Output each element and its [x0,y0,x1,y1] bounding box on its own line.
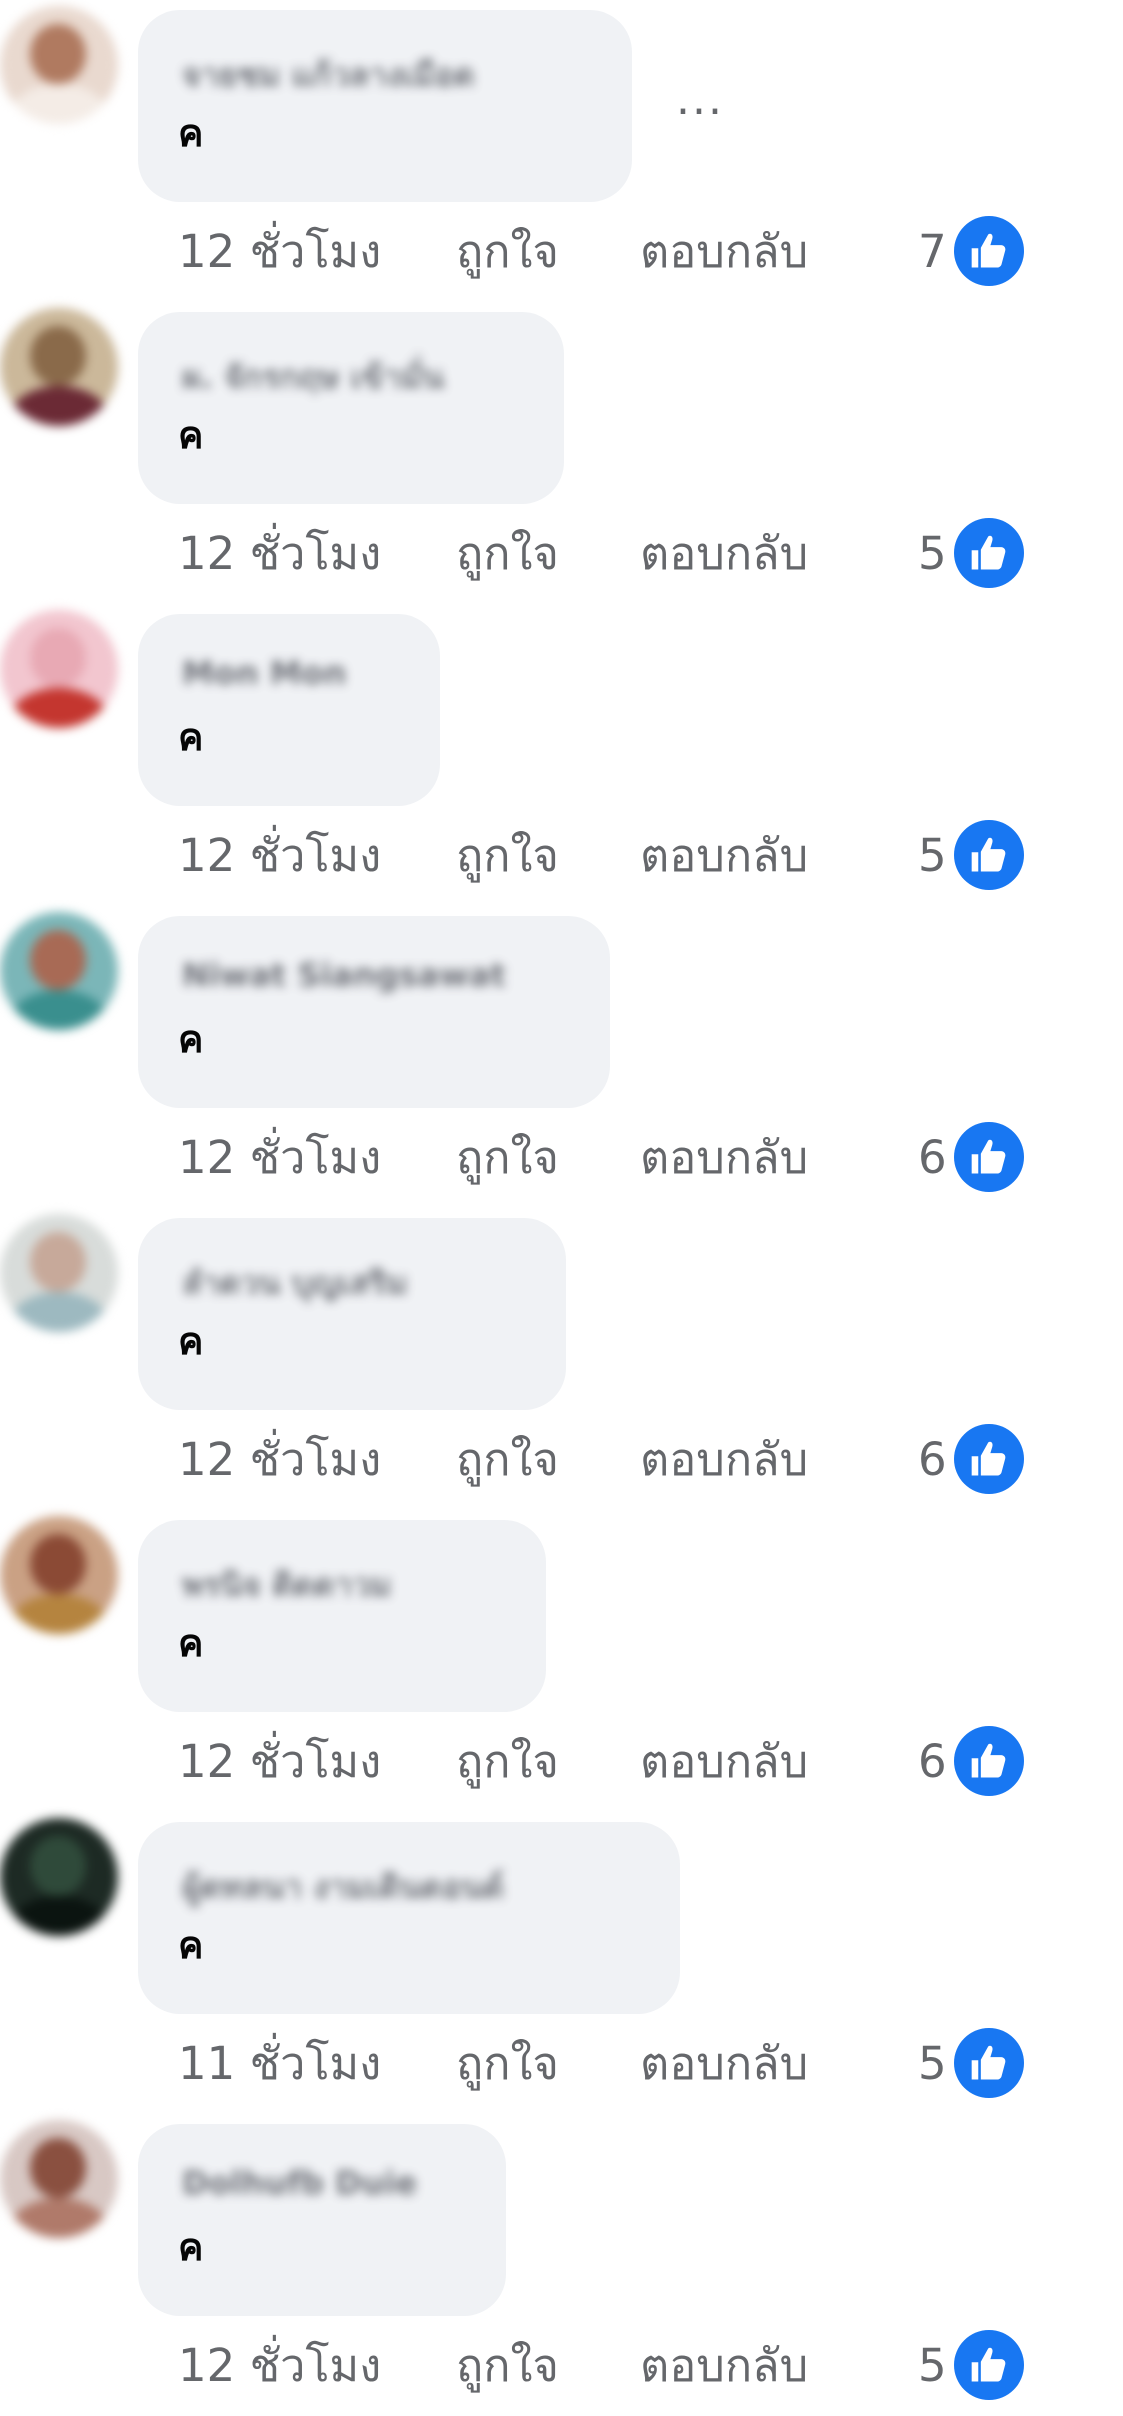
comment-item: Dolhufb Duie ค 12 ชั่วโมง ถูกใจ ตอบกลับ … [0,2114,1123,2416]
comment-timestamp[interactable]: 12 ชั่วโมง [178,524,381,584]
reply-button[interactable]: ตอบกลับ [640,2336,808,2396]
like-button[interactable]: ถูกใจ [456,222,559,282]
reaction-summary[interactable]: 5 [918,2028,1028,2100]
avatar[interactable] [0,308,118,426]
thumbs-up-icon [954,1424,1024,1494]
thumbs-up-icon [954,518,1024,588]
like-button[interactable]: ถูกใจ [456,1430,559,1490]
comment-text: ค [178,1017,204,1061]
reaction-summary[interactable]: 6 [918,1726,1028,1798]
comment-bubble: Mon Mon ค [138,614,440,806]
avatar[interactable] [0,912,118,1030]
avatar[interactable] [0,1214,118,1332]
comment-text: ค [178,1621,204,1665]
reply-button[interactable]: ตอบกลับ [640,1430,808,1490]
avatar[interactable] [0,6,118,124]
comment-bubble: Niwat Siangsawat ค [138,916,610,1108]
avatar[interactable] [0,1818,118,1936]
comment-bubble: พรนิจ ติดดาวม ค [138,1520,546,1712]
reaction-summary[interactable]: 5 [918,2330,1028,2402]
comment-text: ค [178,413,204,457]
comment-item: ลำดวน บุญเสริม ค 12 ชั่วโมง ถูกใจ ตอบกลั… [0,1208,1123,1510]
comment-timestamp[interactable]: 12 ชั่วโมง [178,1732,381,1792]
thumbs-up-icon [954,820,1024,890]
comment-author[interactable]: Niwat Siangsawat [182,956,506,994]
comment-item: จายชม แก้วลางเมือด ค 12 ชั่วโมง ถูกใจ ตอ… [0,0,1123,302]
avatar-face [30,930,86,990]
comment-timestamp[interactable]: 12 ชั่วโมง [178,222,381,282]
reaction-summary[interactable]: 5 [918,518,1028,590]
comment-author[interactable]: พรนิจ ติดดาวม [182,1560,391,1611]
reaction-summary[interactable]: 7 [918,216,1028,288]
like-button[interactable]: ถูกใจ [456,1732,559,1792]
avatar-face [30,1232,86,1292]
comment-bubble: จายชม แก้วลางเมือด ค [138,10,632,202]
comment-bubble: ผู้ดทลนา งามเดินดอนด์ ค [138,1822,680,2014]
comment-text: ค [178,1923,204,1967]
reaction-count: 7 [918,225,947,278]
like-button[interactable]: ถูกใจ [456,2034,559,2094]
thumbs-up-icon [954,1726,1024,1796]
reaction-summary[interactable]: 5 [918,820,1028,892]
reaction-summary[interactable]: 6 [918,1122,1028,1194]
comment-text: ค [178,715,204,759]
comment-author[interactable]: Dolhufb Duie [182,2164,417,2202]
reply-button[interactable]: ตอบกลับ [640,222,808,282]
thumbs-up-icon [954,2028,1024,2098]
reaction-count: 6 [918,1735,947,1788]
comment-item: พรนิจ ติดดาวม ค 12 ชั่วโมง ถูกใจ ตอบกลับ… [0,1510,1123,1812]
comment-item: ผู้ดทลนา งามเดินดอนด์ ค 11 ชั่วโมง ถูกใจ… [0,1812,1123,2114]
avatar-face [30,628,86,688]
avatar[interactable] [0,1516,118,1634]
reply-button[interactable]: ตอบกลับ [640,524,808,584]
comment-author[interactable]: ลำดวน บุญเสริม [182,1258,408,1309]
comment-timestamp[interactable]: 12 ชั่วโมง [178,826,381,886]
comment-author[interactable]: ผู้ดทลนา งามเดินดอนด์ [182,1862,504,1913]
reply-button[interactable]: ตอบกลับ [640,2034,808,2094]
more-options-button[interactable]: ... [676,78,724,122]
comment-timestamp[interactable]: 12 ชั่วโมง [178,1430,381,1490]
avatar-face [30,1534,86,1594]
thumbs-up-icon [954,216,1024,286]
reaction-count: 6 [918,1433,947,1486]
comment-bubble: Dolhufb Duie ค [138,2124,506,2316]
avatar-face [30,1836,86,1896]
comment-timestamp[interactable]: 12 ชั่วโมง [178,1128,381,1188]
avatar[interactable] [0,2120,118,2238]
thumbs-up-icon [954,2330,1024,2400]
reaction-count: 6 [918,1131,947,1184]
like-button[interactable]: ถูกใจ [456,1128,559,1188]
like-button[interactable]: ถูกใจ [456,2336,559,2396]
reaction-count: 5 [918,2339,947,2392]
comment-text: ค [178,111,204,155]
comment-text: ค [178,2225,204,2269]
reaction-summary[interactable]: 6 [918,1424,1028,1496]
comment-item: Niwat Siangsawat ค 12 ชั่วโมง ถูกใจ ตอบก… [0,906,1123,1208]
avatar[interactable] [0,610,118,728]
comment-author[interactable]: จายชม แก้วลางเมือด [182,50,475,101]
avatar-face [30,326,86,386]
comment-bubble: ลำดวน บุญเสริม ค [138,1218,566,1410]
comment-item: ผ. จักรกฤษ เข้ามั่น ค 12 ชั่วโมง ถูกใจ ต… [0,302,1123,604]
reply-button[interactable]: ตอบกลับ [640,1732,808,1792]
comment-timestamp[interactable]: 11 ชั่วโมง [178,2034,381,2094]
avatar-face [30,2138,86,2198]
avatar-face [30,24,86,84]
reply-button[interactable]: ตอบกลับ [640,1128,808,1188]
comment-bubble: ผ. จักรกฤษ เข้ามั่น ค [138,312,564,504]
comment-text: ค [178,1319,204,1363]
like-button[interactable]: ถูกใจ [456,524,559,584]
comment-author[interactable]: Mon Mon [182,654,346,692]
comment-author[interactable]: ผ. จักรกฤษ เข้ามั่น [182,352,444,403]
reply-button[interactable]: ตอบกลับ [640,826,808,886]
reaction-count: 5 [918,829,947,882]
reaction-count: 5 [918,2037,947,2090]
reaction-count: 5 [918,527,947,580]
like-button[interactable]: ถูกใจ [456,826,559,886]
comment-timestamp[interactable]: 12 ชั่วโมง [178,2336,381,2396]
comment-item: Mon Mon ค 12 ชั่วโมง ถูกใจ ตอบกลับ 5 [0,604,1123,906]
thumbs-up-icon [954,1122,1024,1192]
